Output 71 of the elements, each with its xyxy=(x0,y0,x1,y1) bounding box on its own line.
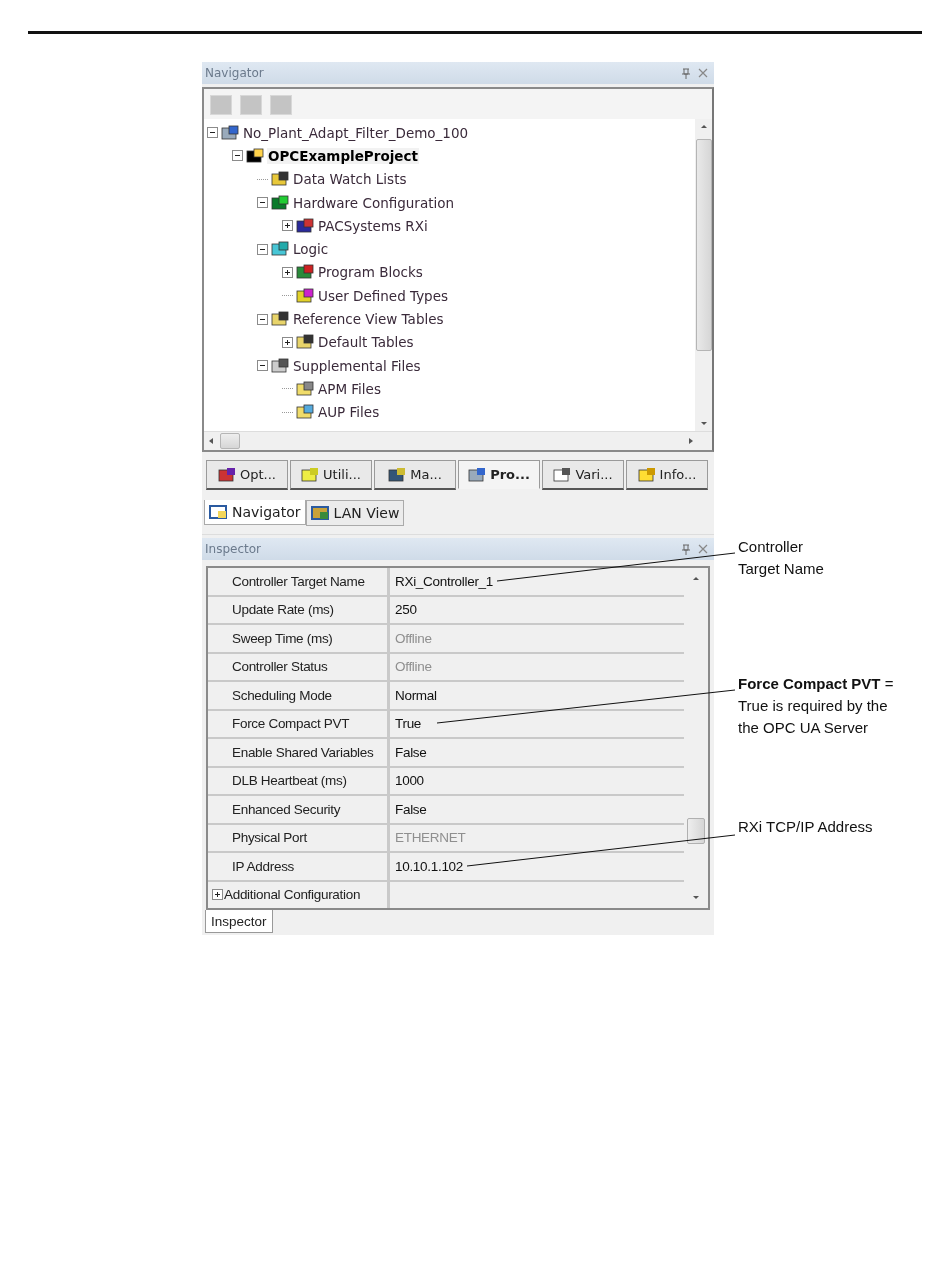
panel-tab[interactable]: Vari... xyxy=(542,460,624,490)
property-value[interactable]: False xyxy=(390,796,684,825)
window-icon xyxy=(209,504,229,520)
tree-item[interactable]: Default Tables xyxy=(317,334,415,351)
property-group[interactable]: Additional Configuration xyxy=(224,887,361,903)
scroll-down-icon[interactable] xyxy=(692,894,700,902)
scroll-thumb[interactable] xyxy=(687,818,705,844)
callout-text: RXi TCP/IP Address xyxy=(738,817,874,837)
vertical-scrollbar[interactable] xyxy=(695,119,712,431)
property-name: Scheduling Mode xyxy=(208,682,390,711)
property-name: Update Rate (ms) xyxy=(208,596,390,625)
tree-item[interactable]: PACSystems RXi xyxy=(317,217,429,234)
callout-text: Force Compact PVT = True is required by the the OPC UA Server xyxy=(738,674,895,738)
view-tab[interactable]: LAN View xyxy=(305,500,405,526)
tree-item[interactable]: No_Plant_Adapt_Filter_Demo_100 xyxy=(242,124,470,141)
pin-icon[interactable] xyxy=(682,67,690,79)
property-value[interactable]: 250 xyxy=(390,596,684,625)
panel-tab[interactable]: Ma... xyxy=(374,460,456,490)
property-value[interactable]: False xyxy=(390,739,684,768)
collapse-toggle[interactable] xyxy=(257,313,268,325)
property-value[interactable]: Normal xyxy=(390,682,684,711)
property-name: Controller Status xyxy=(208,653,390,682)
tree-item[interactable]: Program Blocks xyxy=(317,264,424,281)
panel-tab[interactable]: Pro... xyxy=(458,460,540,489)
property-value[interactable]: True xyxy=(390,710,684,739)
panel-tab[interactable]: Info... xyxy=(626,460,708,490)
property-value[interactable]: RXi_Controller_1 xyxy=(390,568,684,597)
horizontal-scrollbar[interactable] xyxy=(204,431,712,450)
property-name: Force Compact PVT xyxy=(208,710,390,739)
scroll-thumb[interactable] xyxy=(220,433,240,449)
tree-item[interactable]: Data Watch Lists xyxy=(292,171,408,188)
panel-title: Navigator xyxy=(205,66,264,80)
property-value[interactable]: 1000 xyxy=(390,767,684,796)
property-value[interactable]: 10.10.1.102 xyxy=(390,853,684,882)
scroll-up-icon[interactable] xyxy=(692,574,700,582)
expand-toggle[interactable] xyxy=(282,266,293,278)
expand-toggle[interactable] xyxy=(282,220,293,232)
collapse-toggle[interactable] xyxy=(207,127,218,139)
collapse-toggle[interactable] xyxy=(257,243,268,255)
collapse-toggle[interactable] xyxy=(257,360,268,372)
scroll-left-icon[interactable] xyxy=(208,437,214,445)
callout-text: Controller Target Name xyxy=(738,537,825,579)
scroll-thumb[interactable] xyxy=(695,139,712,351)
scroll-right-icon[interactable] xyxy=(688,437,694,445)
property-name: DLB Heartbeat (ms) xyxy=(208,767,390,796)
pin-icon[interactable] xyxy=(682,543,690,555)
property-name: Controller Target Name xyxy=(208,568,390,597)
view-tab[interactable]: Navigator xyxy=(204,500,306,525)
expand-toggle[interactable] xyxy=(282,336,293,348)
expand-toggle[interactable] xyxy=(212,889,223,901)
tree-item[interactable]: APM Files xyxy=(317,380,382,397)
panel-tab[interactable]: Utili... xyxy=(290,460,372,490)
tree-item[interactable]: Reference View Tables xyxy=(292,311,445,327)
collapse-toggle[interactable] xyxy=(232,150,243,162)
panel-tab[interactable]: Inspector xyxy=(205,910,273,933)
collapse-toggle[interactable] xyxy=(257,197,268,209)
property-name: Sweep Time (ms) xyxy=(208,625,390,654)
property-name: Enable Shared Variables xyxy=(208,739,390,768)
tree-item[interactable]: AUP Files xyxy=(317,404,381,421)
tree-item[interactable]: User Defined Types xyxy=(317,287,450,304)
tree-item[interactable]: Hardware Configuration xyxy=(292,194,456,211)
close-icon[interactable] xyxy=(698,544,708,554)
tree-item[interactable]: Logic xyxy=(292,241,330,258)
property-name: IP Address xyxy=(208,853,390,882)
tree-item[interactable]: Supplemental Files xyxy=(292,357,422,374)
property-name: Physical Port xyxy=(208,824,390,853)
tree-item[interactable]: OPCExampleProject xyxy=(267,147,419,164)
property-name: Enhanced Security xyxy=(208,796,390,825)
panel-title: Inspector xyxy=(205,542,261,556)
panel-tab[interactable]: Opt... xyxy=(206,460,288,490)
close-icon[interactable] xyxy=(698,68,708,78)
